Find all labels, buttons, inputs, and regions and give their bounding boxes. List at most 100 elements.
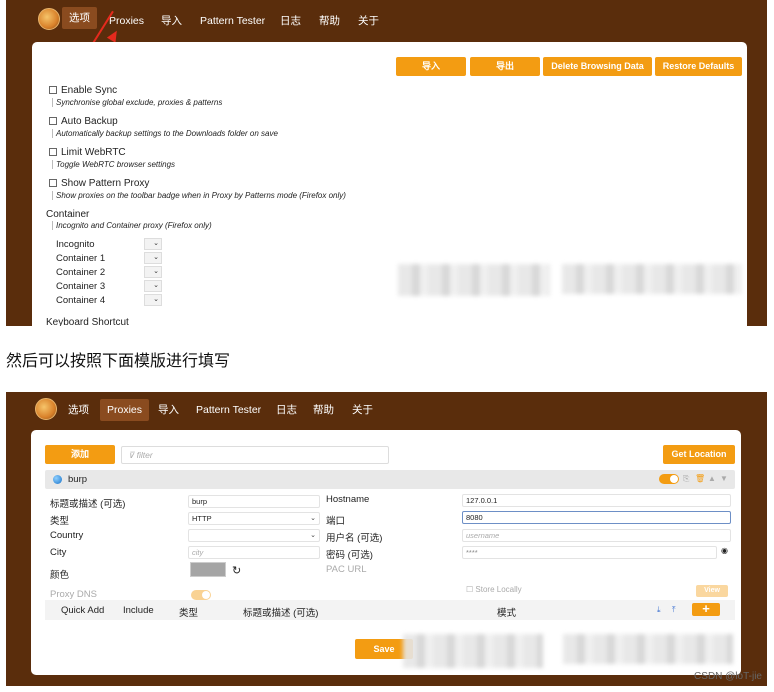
copy-icon[interactable]: ⎘	[683, 474, 689, 484]
nav-tab-log[interactable]: 日志	[276, 403, 297, 417]
title-header: 标题或描述 (可选)	[243, 608, 319, 619]
add-proxy-button[interactable]: 添加	[45, 445, 115, 464]
enable-sync-label: Enable Sync	[61, 85, 118, 96]
include-header: Include	[123, 605, 154, 616]
get-location-button[interactable]: Get Location	[663, 445, 735, 464]
nav-tab-help[interactable]: 帮助	[313, 403, 334, 417]
show-pattern-proxy-desc: Show proxies on the toolbar badge when i…	[52, 191, 346, 200]
city-input[interactable]: city	[188, 546, 320, 559]
chevron-down-icon: ⌄	[153, 282, 159, 289]
country-select[interactable]: ⌄	[188, 529, 320, 542]
limit-webrtc-desc: Toggle WebRTC browser settings	[52, 160, 175, 169]
city-label: City	[50, 547, 67, 558]
nav-tab-help[interactable]: 帮助	[319, 14, 340, 28]
filter-placeholder: filter	[136, 450, 153, 460]
container-3-label: Container 3	[56, 281, 106, 292]
enable-sync-checkbox[interactable]	[49, 86, 57, 94]
restore-defaults-button[interactable]: Restore Defaults	[655, 57, 742, 76]
export-patterns-icon[interactable]: ⤒	[672, 605, 676, 615]
move-down-icon[interactable]: ▼	[720, 474, 728, 484]
container-1-label: Container 1	[56, 253, 106, 264]
incognito-select[interactable]: ⌄	[144, 238, 162, 250]
show-pattern-proxy-label: Show Pattern Proxy	[61, 178, 150, 189]
hostname-input[interactable]: 127.0.0.1	[462, 494, 731, 507]
redacted-area	[563, 634, 733, 664]
container-2-label: Container 2	[56, 267, 106, 278]
enable-sync-desc: Synchronise global exclude, proxies & pa…	[52, 98, 222, 107]
limit-webrtc-option[interactable]: Limit WebRTC	[49, 147, 126, 158]
username-label: 用户名 (可选)	[326, 533, 383, 544]
container-1-select[interactable]: ⌄	[144, 252, 162, 264]
limit-webrtc-checkbox[interactable]	[49, 148, 57, 156]
enable-sync-option[interactable]: Enable Sync	[49, 85, 117, 96]
port-input[interactable]: 8080	[462, 511, 731, 524]
type-header: 类型	[179, 608, 199, 619]
incognito-label: Incognito	[56, 239, 95, 250]
container-title: Container	[46, 209, 90, 220]
nav-tab-options[interactable]: 选项	[62, 7, 97, 29]
proxies-panel: 添加 ⊽ filter Get Location burp ⎘ 🗑 ▲ ▼ 标题…	[31, 430, 741, 675]
eye-icon[interactable]: ◉	[721, 546, 728, 555]
nav-tab-import[interactable]: 导入	[161, 14, 182, 28]
refresh-icon[interactable]: ↻	[232, 564, 241, 577]
nav-tab-proxies[interactable]: Proxies	[100, 399, 150, 421]
auto-backup-checkbox[interactable]	[49, 117, 57, 125]
store-locally-option[interactable]: ☐ Store Locally	[466, 585, 522, 594]
country-label: Country	[50, 530, 84, 541]
auto-backup-option[interactable]: Auto Backup	[49, 116, 118, 127]
proxy-entry-header[interactable]: burp ⎘ 🗑 ▲ ▼	[45, 470, 735, 489]
type-value: HTTP	[192, 514, 212, 523]
color-swatch[interactable]	[190, 562, 226, 577]
chevron-down-icon: ⌄	[310, 532, 316, 539]
view-button[interactable]: View	[696, 585, 728, 597]
color-label: 颜色	[50, 570, 70, 581]
proxies-page-screenshot: 选项 Proxies 导入 Pattern Tester 日志 帮助 关于 添加…	[6, 392, 767, 686]
nav-tab-import[interactable]: 导入	[158, 403, 179, 417]
pattern-header: 模式	[497, 608, 517, 619]
delete-icon[interactable]: 🗑	[695, 474, 705, 484]
add-pattern-button[interactable]: +	[692, 602, 720, 616]
container-4-select[interactable]: ⌄	[144, 294, 162, 306]
nav-tab-about[interactable]: 关于	[352, 403, 373, 417]
move-up-icon[interactable]: ▲	[708, 474, 716, 484]
top-nav-bar: 选项 Proxies 导入 Pattern Tester 日志 帮助 关于	[6, 392, 767, 427]
import-button[interactable]: 导入	[396, 57, 466, 76]
options-panel: 导入 导出 Delete Browsing Data Restore Defau…	[32, 42, 747, 326]
quick-add-header[interactable]: Quick Add	[61, 605, 104, 616]
container-2-select[interactable]: ⌄	[144, 266, 162, 278]
pac-url-label: PAC URL	[326, 564, 367, 575]
show-pattern-proxy-checkbox[interactable]	[49, 179, 57, 187]
filter-icon: ⊽	[128, 450, 137, 460]
export-button[interactable]: 导出	[470, 57, 540, 76]
username-input[interactable]: username	[462, 529, 731, 542]
title-label: 标题或描述 (可选)	[50, 499, 126, 510]
chevron-down-icon: ⌄	[310, 515, 316, 522]
redacted-area	[398, 264, 550, 296]
foxyproxy-logo	[38, 8, 60, 30]
import-patterns-icon[interactable]: ⤓	[657, 605, 661, 615]
delete-browsing-data-button[interactable]: Delete Browsing Data	[543, 57, 652, 76]
proxy-dns-label: Proxy DNS	[50, 589, 97, 600]
type-select[interactable]: HTTP ⌄	[188, 512, 320, 525]
proxy-enabled-toggle[interactable]	[659, 474, 679, 484]
chevron-down-icon: ⌄	[153, 240, 159, 247]
proxy-dns-toggle[interactable]	[191, 590, 211, 600]
caption-text: 然后可以按照下面模版进行填写	[6, 353, 231, 370]
store-locally-checkbox[interactable]: ☐	[466, 585, 475, 594]
nav-tab-pattern-tester[interactable]: Pattern Tester	[200, 14, 265, 28]
password-input[interactable]: ****	[462, 546, 717, 559]
nav-tab-log[interactable]: 日志	[280, 14, 301, 28]
filter-input[interactable]: ⊽ filter	[121, 446, 389, 464]
foxyproxy-logo	[35, 398, 57, 420]
nav-tab-about[interactable]: 关于	[358, 14, 379, 28]
chevron-down-icon: ⌄	[153, 254, 159, 261]
csdn-watermark: CSDN @loT-jie	[694, 671, 762, 682]
title-input[interactable]: burp	[188, 495, 320, 508]
nav-tab-proxies[interactable]: Proxies	[109, 14, 144, 28]
nav-tab-options[interactable]: 选项	[68, 403, 89, 417]
proxy-name: burp	[68, 474, 88, 485]
container-desc: Incognito and Container proxy (Firefox o…	[52, 221, 212, 230]
nav-tab-pattern-tester[interactable]: Pattern Tester	[196, 403, 261, 417]
container-3-select[interactable]: ⌄	[144, 280, 162, 292]
show-pattern-proxy-option[interactable]: Show Pattern Proxy	[49, 178, 149, 189]
